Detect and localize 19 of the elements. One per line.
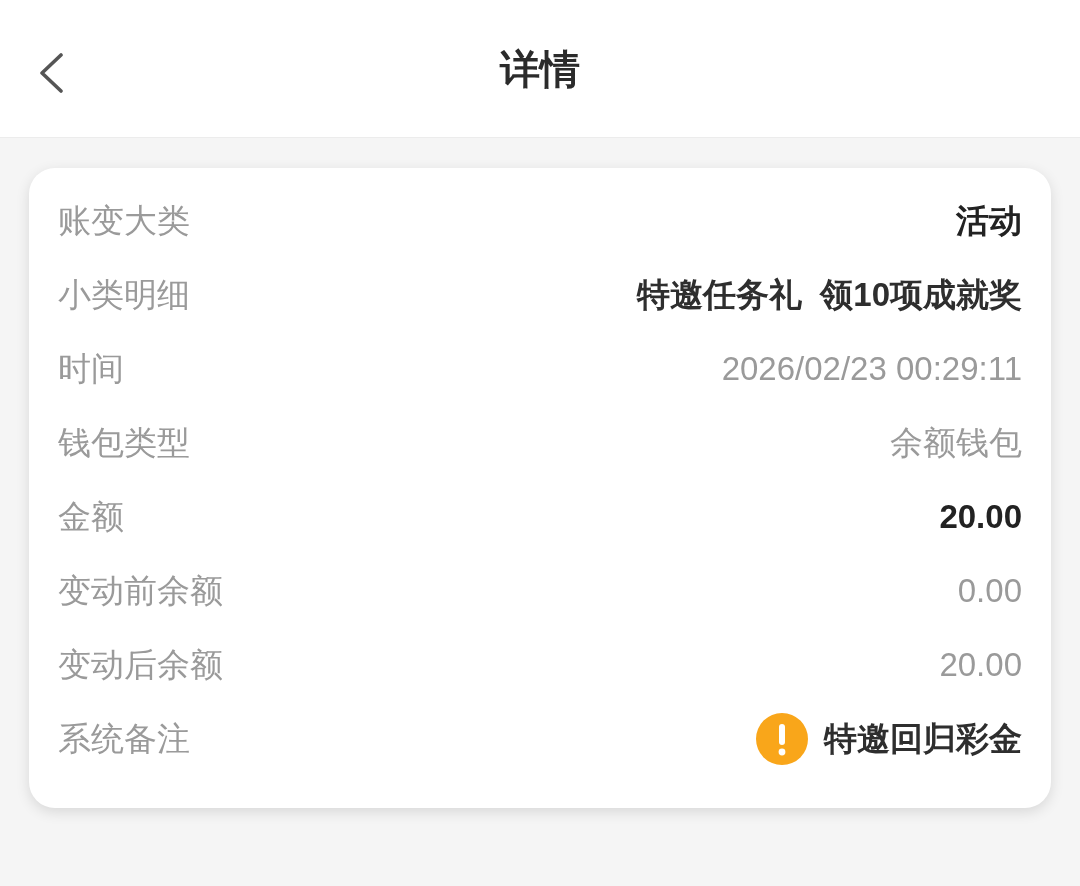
warning-icon (756, 713, 808, 765)
field-value: 2026/02/23 00:29:11 (721, 350, 1022, 388)
field-label: 账变大类 (58, 200, 190, 241)
field-label: 变动前余额 (58, 570, 223, 611)
field-label: 小类明细 (58, 274, 190, 315)
field-value: 余额钱包 (890, 422, 1022, 463)
field-label: 金额 (58, 496, 124, 537)
field-label: 钱包类型 (58, 422, 190, 463)
field-value: 20.00 (939, 646, 1022, 684)
field-value: 特邀回归彩金 (824, 718, 1022, 759)
field-label: 时间 (58, 348, 124, 389)
field-value: 20.00 (939, 498, 1022, 536)
back-chevron-icon (38, 53, 64, 93)
field-value: 0.00 (957, 572, 1022, 610)
field-value: 活动 (956, 200, 1022, 241)
field-value: 特邀任务礼 领10项成就奖 (636, 274, 1022, 315)
page-title: 详情 (500, 45, 580, 93)
field-label: 系统备注 (58, 718, 190, 759)
field-label: 变动后余额 (58, 644, 223, 685)
